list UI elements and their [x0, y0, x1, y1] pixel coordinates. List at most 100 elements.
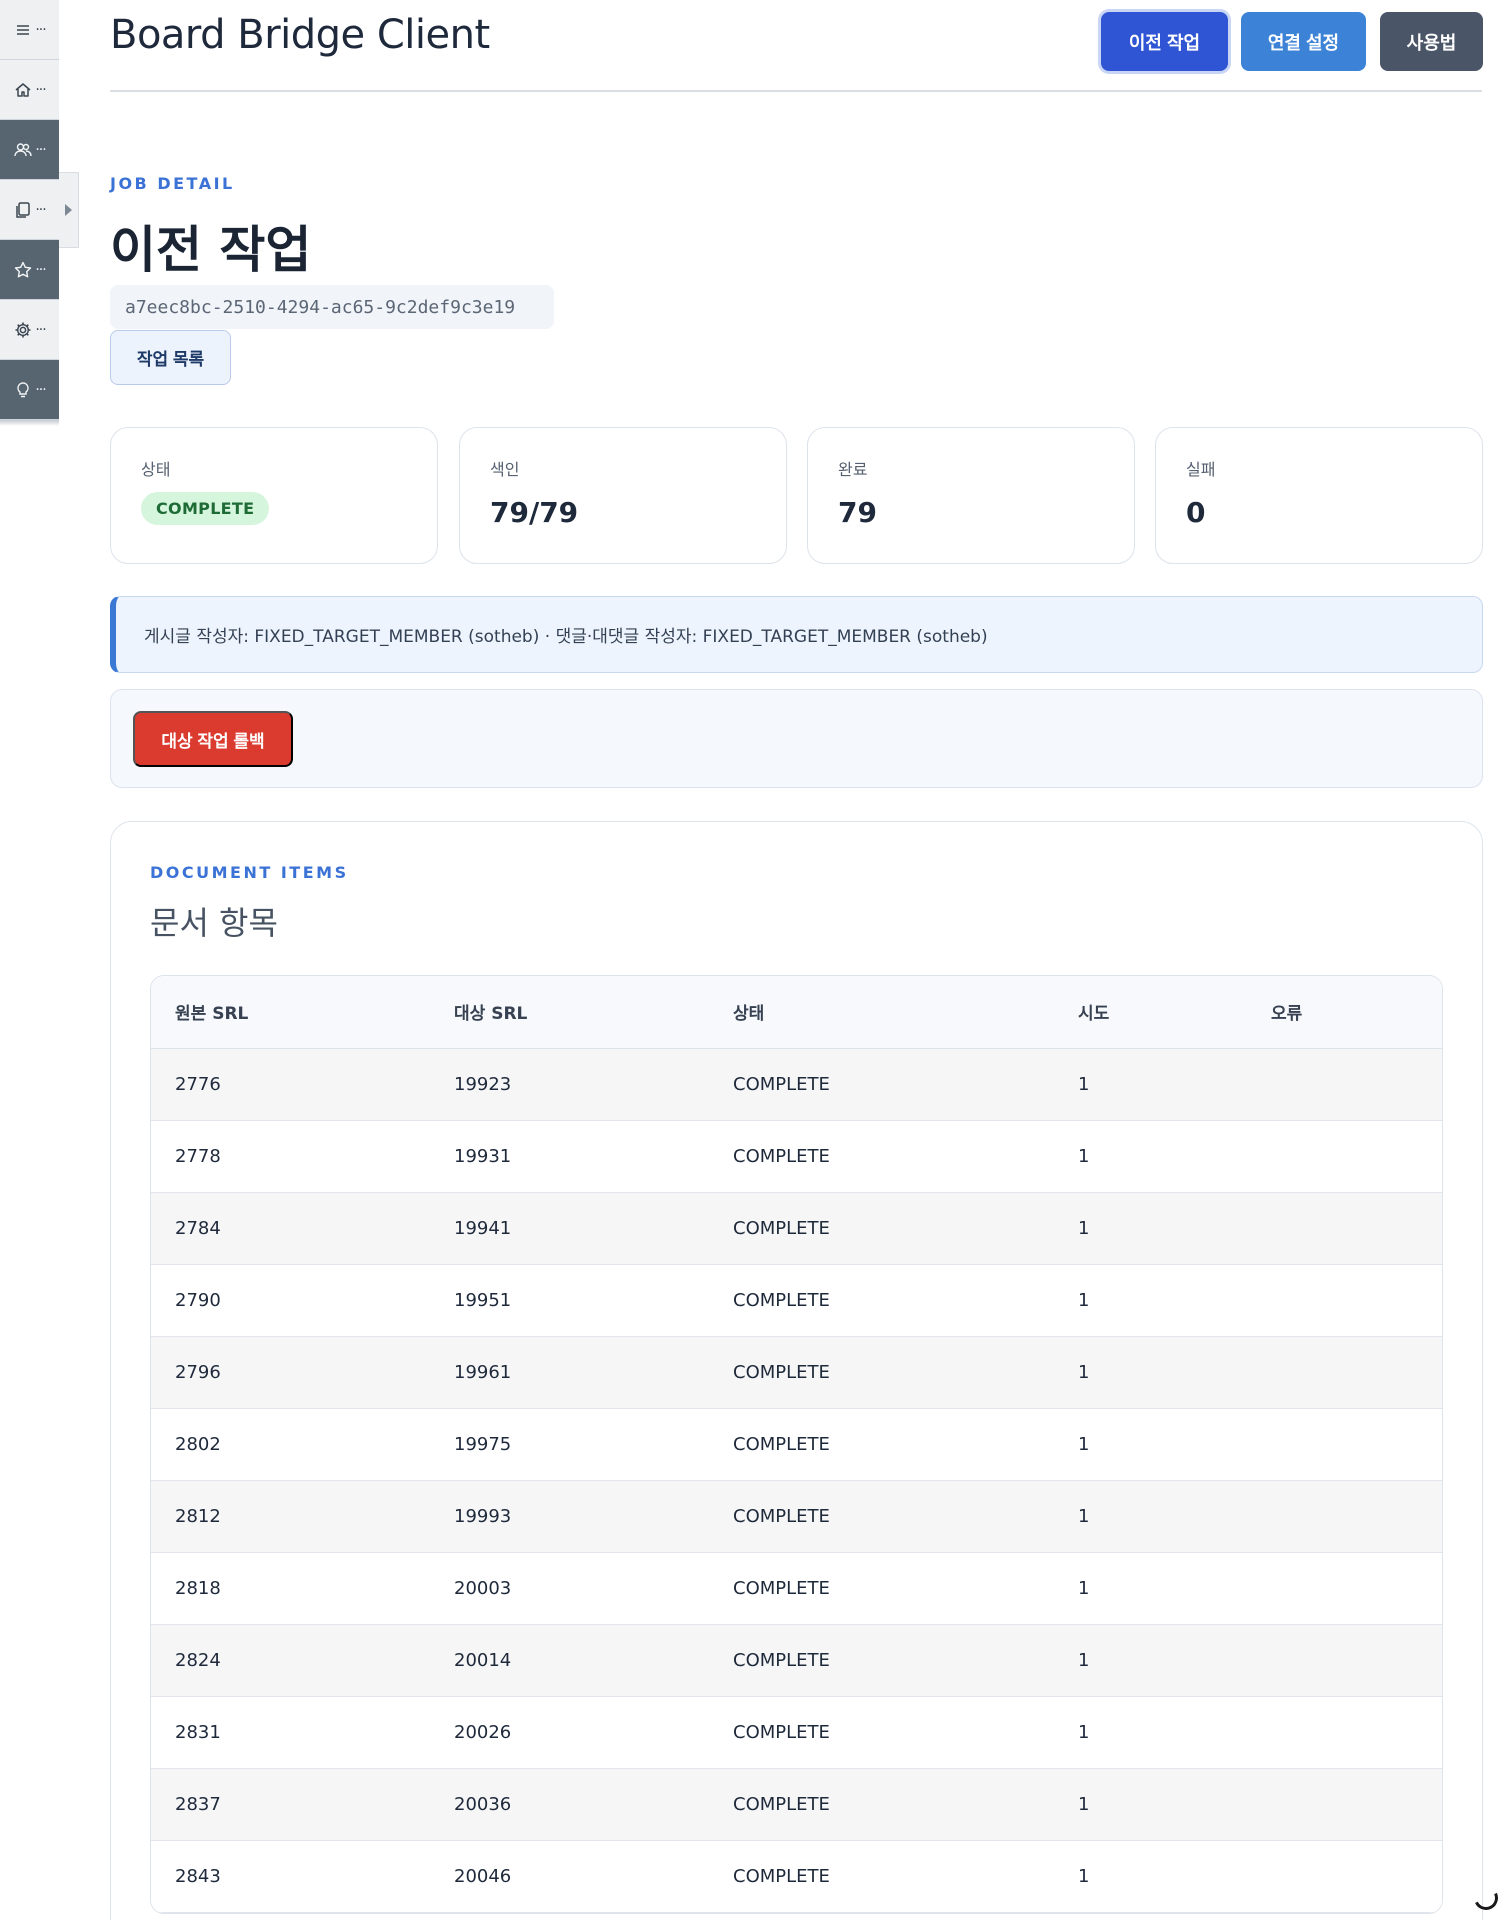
table-cell: 1 [1078, 1505, 1090, 1527]
sidebar-shadow [0, 420, 59, 426]
table-cell: COMPLETE [733, 1289, 830, 1311]
more-dots: ··· [35, 381, 46, 398]
table-cell [1247, 1624, 1442, 1696]
table-cell: 2837 [175, 1793, 221, 1815]
table-cell: COMPLETE [733, 1145, 830, 1167]
table-cell [1247, 1264, 1442, 1336]
table-cell: 19993 [454, 1505, 512, 1527]
table-row: 2796 19961 COMPLETE 1 [151, 1336, 1442, 1408]
table-row: 2802 19975 COMPLETE 1 [151, 1408, 1442, 1480]
table-cell: COMPLETE [733, 1217, 830, 1239]
table-cell: 19941 [454, 1217, 512, 1239]
table-cell: 1 [1078, 1649, 1090, 1671]
table-cell: 19961 [454, 1361, 512, 1383]
table-cell: 1 [1078, 1721, 1090, 1743]
table-cell: COMPLETE [733, 1361, 830, 1383]
table-cell: 2790 [175, 1289, 221, 1311]
table-row: 2843 20046 COMPLETE 1 [151, 1840, 1442, 1912]
table-cell: 1 [1078, 1289, 1090, 1311]
completed-label: 완료 [838, 460, 868, 479]
sidebar-item-documents[interactable]: ··· [0, 180, 59, 240]
nav-connection-button[interactable]: 연결 설정 [1241, 12, 1366, 71]
table-cell: COMPLETE [733, 1865, 830, 1887]
sidebar-expand-toggle[interactable] [59, 172, 79, 248]
column-header: 시도 [1054, 976, 1247, 1049]
job-list-button[interactable]: 작업 목록 [110, 330, 231, 385]
table-cell: 20036 [454, 1793, 512, 1815]
table-cell: COMPLETE [733, 1721, 830, 1743]
table-cell: 2824 [175, 1649, 221, 1671]
app-title: Board Bridge Client [110, 12, 490, 58]
status-label: 상태 [141, 460, 171, 479]
sidebar-item-tips[interactable]: ··· [0, 360, 59, 420]
rollback-button[interactable]: 대상 작업 롤백 [133, 711, 293, 767]
users-icon [14, 142, 33, 156]
table-cell: COMPLETE [733, 1793, 830, 1815]
menu-icon [17, 24, 30, 35]
table-cell: 2843 [175, 1865, 221, 1887]
more-dots: ··· [35, 201, 46, 218]
sidebar-item-favorites[interactable]: ··· [0, 240, 59, 300]
job-eyebrow: JOB DETAIL [110, 174, 235, 193]
status-badge: COMPLETE [141, 492, 270, 525]
column-header: 대상 SRL [430, 976, 709, 1049]
column-header: 상태 [709, 976, 1054, 1049]
table-cell: 1 [1078, 1145, 1090, 1167]
author-info-banner: 게시글 작성자: FIXED_TARGET_MEMBER (sotheb) · … [110, 596, 1483, 673]
table-cell: COMPLETE [733, 1073, 830, 1095]
table-cell: 20003 [454, 1577, 512, 1599]
nav-guide-button[interactable]: 사용법 [1380, 12, 1483, 71]
icon-sidebar: ··· ··· ··· ··· ··· ··· ··· [0, 0, 59, 420]
documents-title: 문서 항목 [150, 904, 278, 942]
table-cell: COMPLETE [733, 1433, 830, 1455]
rollback-panel: 대상 작업 롤백 [110, 689, 1483, 788]
job-id: a7eec8bc-2510-4294-ac65-9c2def9c3e19 [110, 285, 554, 329]
table-row: 2837 20036 COMPLETE 1 [151, 1768, 1442, 1840]
table-cell: 20014 [454, 1649, 512, 1671]
table-cell: 2796 [175, 1361, 221, 1383]
table-cell [1247, 1696, 1442, 1768]
table-row: 2824 20014 COMPLETE 1 [151, 1624, 1442, 1696]
table-cell: 1 [1078, 1217, 1090, 1239]
table-cell: 2778 [175, 1145, 221, 1167]
table-cell: 20026 [454, 1721, 512, 1743]
more-dots: ··· [35, 141, 46, 158]
table-cell: 1 [1078, 1865, 1090, 1887]
table-row: 2818 20003 COMPLETE 1 [151, 1552, 1442, 1624]
sidebar-item-users[interactable]: ··· [0, 120, 59, 180]
copy-icon [16, 201, 31, 218]
table-cell: 19951 [454, 1289, 512, 1311]
table-row: 2831 20026 COMPLETE 1 [151, 1696, 1442, 1768]
table-cell: 1 [1078, 1073, 1090, 1095]
table-cell: 2784 [175, 1217, 221, 1239]
sidebar-item-settings[interactable]: ··· [0, 300, 59, 360]
more-dots: ··· [35, 81, 46, 98]
table-row: 2778 19931 COMPLETE 1 [151, 1120, 1442, 1192]
column-header: 원본 SRL [151, 976, 430, 1049]
home-icon [15, 82, 31, 97]
table-cell: 1 [1078, 1433, 1090, 1455]
table-cell: COMPLETE [733, 1577, 830, 1599]
sidebar-menu-button[interactable]: ··· [0, 0, 59, 60]
gear-icon [15, 322, 31, 337]
nav-migration-button[interactable]: 이전 작업 [1101, 12, 1228, 71]
star-icon [15, 261, 32, 277]
failed-label: 실패 [1186, 460, 1216, 479]
table-cell: 1 [1078, 1793, 1090, 1815]
more-dots: ··· [35, 261, 46, 278]
completed-card: 완료 79 [807, 427, 1135, 564]
table-cell: 2831 [175, 1721, 221, 1743]
table-cell: 2812 [175, 1505, 221, 1527]
table-cell [1247, 1192, 1442, 1264]
indexed-label: 색인 [490, 460, 520, 479]
table-cell: 2802 [175, 1433, 221, 1455]
table-cell [1247, 1336, 1442, 1408]
column-header: 오류 [1247, 976, 1442, 1049]
table-cell: 1 [1078, 1361, 1090, 1383]
table-row: 2812 19993 COMPLETE 1 [151, 1480, 1442, 1552]
table-row: 2790 19951 COMPLETE 1 [151, 1264, 1442, 1336]
table-cell: 19975 [454, 1433, 512, 1455]
sidebar-item-home[interactable]: ··· [0, 60, 59, 120]
table-cell: 19923 [454, 1073, 512, 1095]
table-cell [1247, 1552, 1442, 1624]
